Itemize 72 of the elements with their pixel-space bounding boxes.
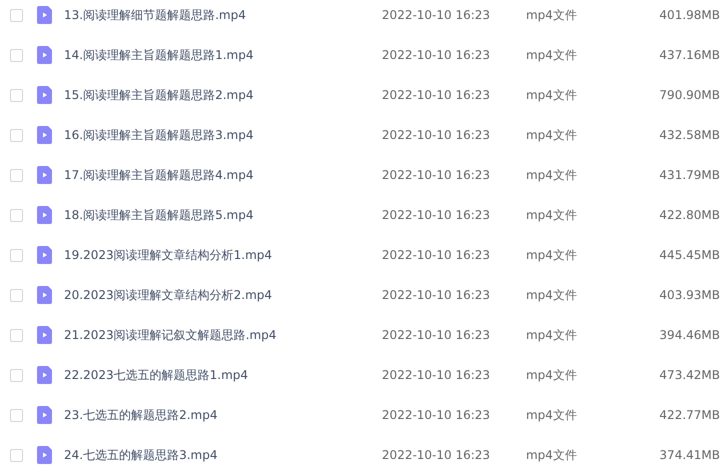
checkbox[interactable] (10, 48, 23, 62)
checkbox[interactable] (10, 128, 23, 142)
video-file-icon (37, 46, 52, 64)
file-name: 19.2023阅读理解文章结构分析1.mp4 (64, 248, 272, 262)
video-file-icon (37, 6, 52, 24)
video-file-icon (37, 446, 52, 464)
file-size: 437.16MB (659, 48, 720, 62)
checkbox[interactable] (10, 88, 23, 102)
file-size: 403.93MB (659, 288, 720, 302)
file-name: 18.阅读理解主旨题解题思路5.mp4 (64, 208, 254, 222)
modified-date: 2022-10-10 16:23 (382, 328, 490, 342)
video-file-icon (37, 166, 52, 184)
file-name: 16.阅读理解主旨题解题思路3.mp4 (64, 128, 254, 142)
modified-date: 2022-10-10 16:23 (382, 248, 490, 262)
modified-date: 2022-10-10 16:23 (382, 408, 490, 422)
modified-date: 2022-10-10 16:23 (382, 208, 490, 222)
video-file-icon (37, 406, 52, 424)
video-file-icon (37, 246, 52, 264)
video-file-icon (37, 366, 52, 384)
checkbox[interactable] (10, 368, 23, 382)
modified-date: 2022-10-10 16:23 (382, 368, 490, 382)
modified-date: 2022-10-10 16:23 (382, 48, 490, 62)
modified-date: 2022-10-10 16:23 (382, 168, 490, 182)
checkbox[interactable] (10, 8, 23, 22)
file-type: mp4文件 (526, 168, 577, 182)
file-type: mp4文件 (526, 8, 577, 22)
file-name: 15.阅读理解主旨题解题思路2.mp4 (64, 88, 254, 102)
file-size: 422.77MB (659, 408, 720, 422)
video-file-icon (37, 126, 52, 144)
modified-date: 2022-10-10 16:23 (382, 88, 490, 102)
file-name: 17.阅读理解主旨题解题思路4.mp4 (64, 168, 254, 182)
file-type: mp4文件 (526, 288, 577, 302)
file-size: 445.45MB (659, 248, 720, 262)
file-type: mp4文件 (526, 208, 577, 222)
file-size: 374.41MB (659, 448, 720, 462)
file-name: 21.2023阅读理解记叙文解题思路.mp4 (64, 328, 276, 342)
modified-date: 2022-10-10 16:23 (382, 448, 490, 462)
video-file-icon (37, 86, 52, 104)
file-name: 20.2023阅读理解文章结构分析2.mp4 (64, 288, 272, 302)
file-size: 473.42MB (659, 368, 720, 382)
checkbox[interactable] (10, 328, 23, 342)
file-name: 14.阅读理解主旨题解题思路1.mp4 (64, 48, 254, 62)
modified-date: 2022-10-10 16:23 (382, 128, 490, 142)
file-size: 401.98MB (659, 8, 720, 22)
video-file-icon (37, 206, 52, 224)
file-type: mp4文件 (526, 368, 577, 382)
checkbox[interactable] (10, 208, 23, 222)
checkbox[interactable] (10, 408, 23, 422)
file-size: 431.79MB (659, 168, 720, 182)
file-size: 394.46MB (659, 328, 720, 342)
file-name: 23.七选五的解题思路2.mp4 (64, 408, 218, 422)
file-type: mp4文件 (526, 328, 577, 342)
modified-date: 2022-10-10 16:23 (382, 288, 490, 302)
file-type: mp4文件 (526, 88, 577, 102)
file-type: mp4文件 (526, 448, 577, 462)
file-name: 24.七选五的解题思路3.mp4 (64, 448, 218, 462)
modified-date: 2022-10-10 16:23 (382, 8, 490, 22)
file-type: mp4文件 (526, 48, 577, 62)
file-size: 432.58MB (659, 128, 720, 142)
file-name: 22.2023七选五的解题思路1.mp4 (64, 368, 248, 382)
checkbox[interactable] (10, 288, 23, 302)
file-type: mp4文件 (526, 248, 577, 262)
video-file-icon (37, 326, 52, 344)
checkbox[interactable] (10, 248, 23, 262)
file-name: 13.阅读理解细节题解题思路.mp4 (64, 8, 246, 22)
video-file-icon (37, 286, 52, 304)
checkbox[interactable] (10, 168, 23, 182)
file-type: mp4文件 (526, 128, 577, 142)
file-size: 790.90MB (659, 88, 720, 102)
file-size: 422.80MB (659, 208, 720, 222)
file-type: mp4文件 (526, 408, 577, 422)
checkbox[interactable] (10, 448, 23, 462)
